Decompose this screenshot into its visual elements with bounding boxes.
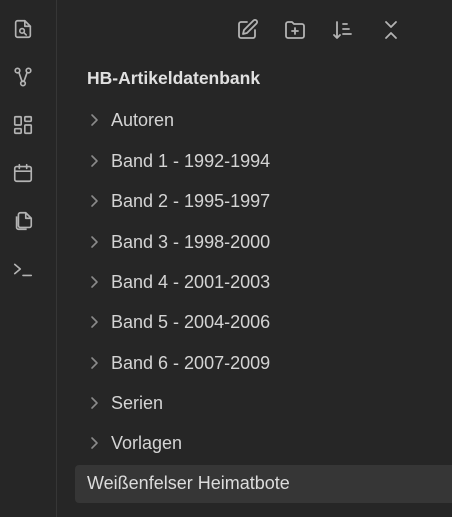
folder-item-band-3[interactable]: Band 3 - 1998-2000 xyxy=(57,225,452,259)
folder-item-vorlagen[interactable]: Vorlagen xyxy=(57,426,452,460)
folder-item-band-2[interactable]: Band 2 - 1995-1997 xyxy=(57,184,452,218)
chevron-right-icon xyxy=(87,315,101,329)
search-file-icon[interactable] xyxy=(10,16,36,42)
terminal-icon[interactable] xyxy=(10,256,36,282)
folder-label: Band 3 - 1998-2000 xyxy=(111,231,271,252)
file-explorer-pane: HB-Artikeldatenbank Autoren Band 1 - 199… xyxy=(57,0,452,517)
explorer-toolbar xyxy=(57,17,452,45)
calendar-icon[interactable] xyxy=(10,160,36,186)
left-ribbon xyxy=(0,0,57,517)
folder-label: Serien xyxy=(111,392,164,413)
folder-item-band-4[interactable]: Band 4 - 2001-2003 xyxy=(57,265,452,299)
chevron-right-icon xyxy=(87,194,101,208)
folder-label: Autoren xyxy=(111,109,175,130)
chevron-right-icon xyxy=(87,436,101,450)
folder-label: Band 4 - 2001-2003 xyxy=(111,271,271,292)
chevron-right-icon xyxy=(87,235,101,249)
folder-label: Band 5 - 2004-2006 xyxy=(111,311,271,332)
chevron-right-icon xyxy=(87,275,101,289)
file-item-active[interactable]: Weißenfelser Heimatbote xyxy=(75,465,452,503)
folder-item-band-5[interactable]: Band 5 - 2004-2006 xyxy=(57,305,452,339)
chevron-right-icon xyxy=(87,113,101,127)
folder-item-band-1[interactable]: Band 1 - 1992-1994 xyxy=(57,144,452,178)
file-label: Weißenfelser Heimatbote xyxy=(87,473,290,493)
new-folder-icon[interactable] xyxy=(282,17,308,43)
chevron-right-icon xyxy=(87,154,101,168)
folder-item-band-6[interactable]: Band 6 - 2007-2009 xyxy=(57,346,452,380)
folder-item-autoren[interactable]: Autoren xyxy=(57,103,452,137)
new-note-icon[interactable] xyxy=(234,17,260,43)
folder-label: Band 1 - 1992-1994 xyxy=(111,150,271,171)
collapse-all-icon[interactable] xyxy=(378,17,404,43)
chevron-right-icon xyxy=(87,396,101,410)
chevron-right-icon xyxy=(87,356,101,370)
dashboard-icon[interactable] xyxy=(10,112,36,138)
folder-label: Band 6 - 2007-2009 xyxy=(111,352,271,373)
graph-icon[interactable] xyxy=(10,64,36,90)
sort-icon[interactable] xyxy=(330,17,356,43)
folder-item-serien[interactable]: Serien xyxy=(57,386,452,420)
folder-label: Band 2 - 1995-1997 xyxy=(111,190,271,211)
copy-pages-icon[interactable] xyxy=(10,208,36,234)
vault-title[interactable]: HB-Artikeldatenbank xyxy=(87,68,260,89)
folder-label: Vorlagen xyxy=(111,432,183,453)
